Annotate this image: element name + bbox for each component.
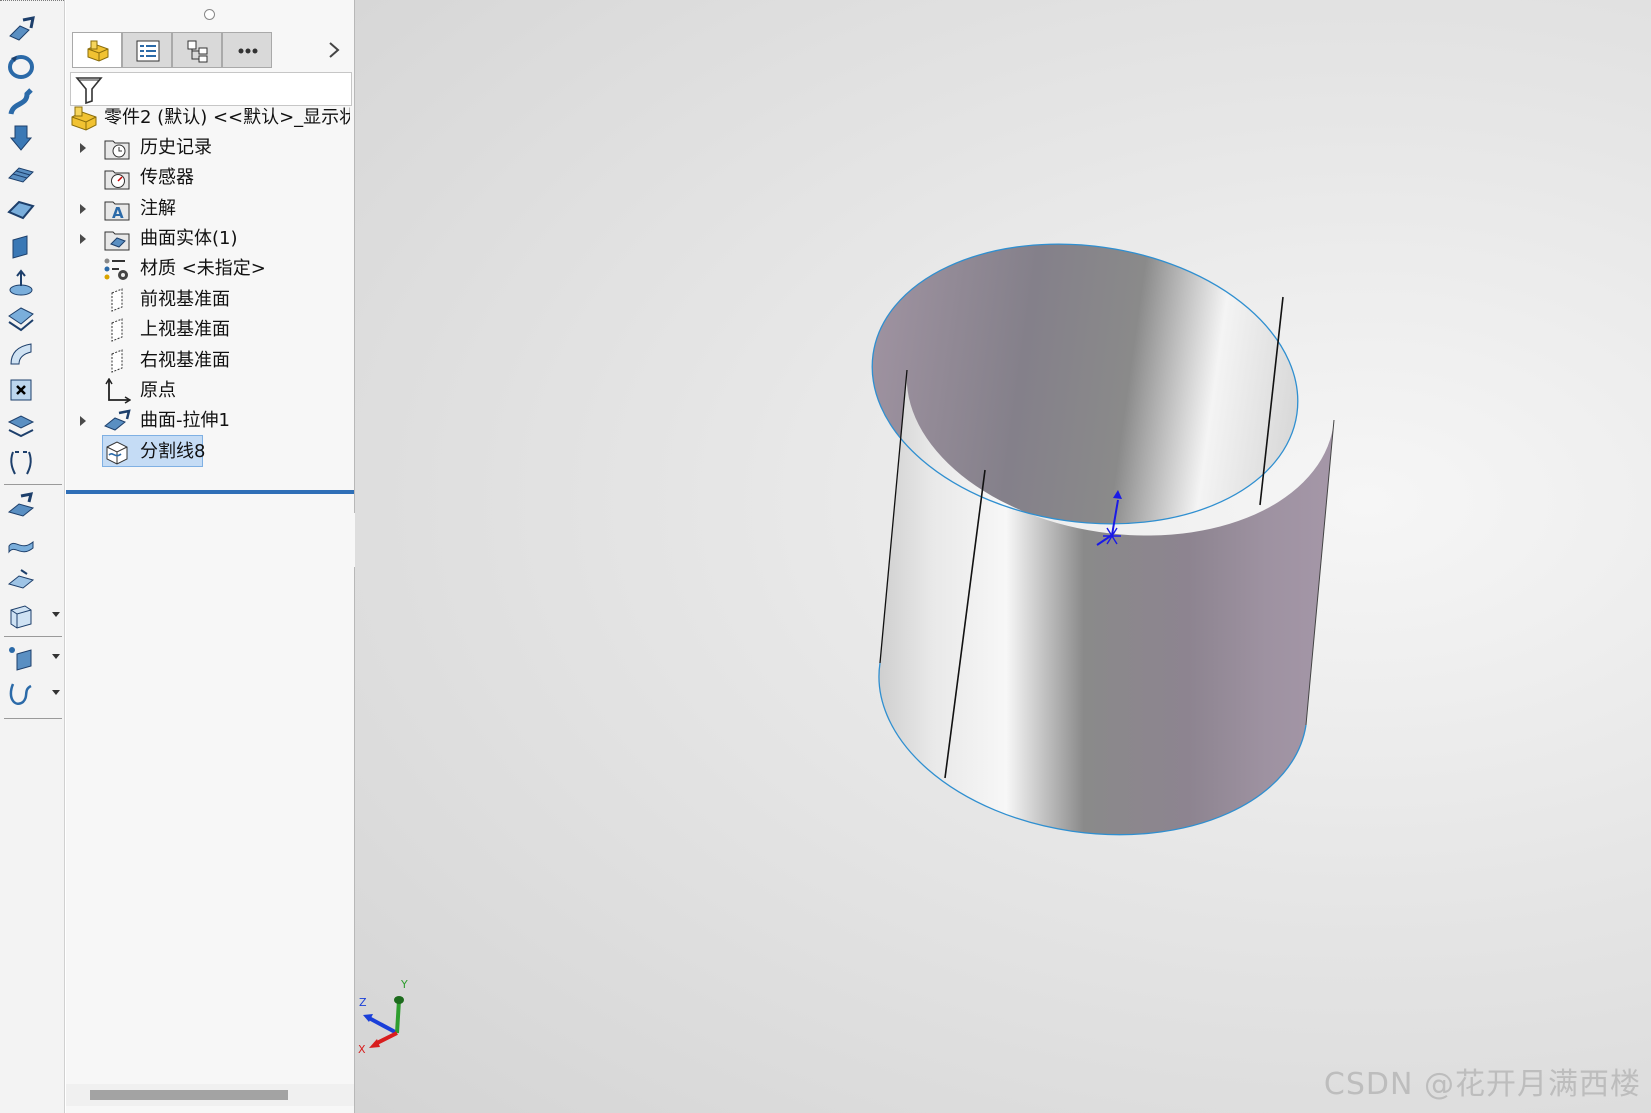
tree-item-label: 前视基准面 — [140, 289, 230, 310]
reference-geometry-dropdown-icon[interactable] — [52, 654, 60, 659]
filter-icon — [75, 77, 103, 105]
replace-face-icon[interactable] — [5, 410, 39, 442]
svg-text:A: A — [112, 204, 124, 222]
curves-dropdown-icon[interactable] — [52, 690, 60, 695]
scrollbar-thumb[interactable] — [90, 1090, 288, 1100]
tree-item-front-plane[interactable]: 前视基准面 — [66, 285, 354, 315]
panel-tabs — [66, 30, 354, 70]
thicken-icon[interactable] — [5, 600, 39, 632]
propertymanager-tab[interactable] — [122, 32, 172, 68]
configurationmanager-tab[interactable] — [172, 32, 222, 68]
surface-flatten-icon[interactable] — [5, 338, 39, 370]
offset-surface-icon[interactable] — [5, 266, 39, 298]
more-tab[interactable] — [222, 32, 272, 68]
horizontal-scrollbar[interactable] — [66, 1084, 354, 1106]
graphics-viewport[interactable]: Y Z X CSDN @花开月满西楼 — [355, 0, 1651, 1113]
planar-surface-icon[interactable] — [5, 230, 39, 262]
revolved-surface-icon[interactable] — [5, 50, 39, 82]
triad-z-label: Z — [359, 996, 367, 1009]
tree-item-label: 右视基准面 — [140, 350, 230, 371]
rollback-bar[interactable] — [66, 490, 354, 494]
plane-icon — [103, 317, 131, 343]
history-folder-icon — [103, 135, 131, 161]
feature-manager-panel: 零件2 (默认) <<默认>_显示状态 历史记录 传感器 A 注解 曲面实体(1… — [66, 0, 355, 1113]
tree-item-label: 历史记录 — [140, 137, 212, 158]
tree-item-material[interactable]: 材质 <未指定> — [66, 254, 354, 284]
material-icon — [103, 256, 131, 282]
tree-item-top-plane[interactable]: 上视基准面 — [66, 315, 354, 345]
origin-icon — [103, 378, 131, 404]
tree-item-label: 材质 <未指定> — [140, 258, 266, 279]
annotation-icon: A — [103, 196, 131, 222]
tree-item-surface-bodies[interactable]: 曲面实体(1) — [66, 224, 354, 254]
expand-arrow-icon[interactable] — [80, 234, 86, 244]
triad-y-label: Y — [400, 978, 408, 991]
tree-item-label: 曲面-拉伸1 — [140, 410, 230, 431]
split-line-icon — [103, 439, 131, 465]
tree-item-annotations[interactable]: A 注解 — [66, 194, 354, 224]
boundary-surface-icon[interactable] — [5, 158, 39, 190]
tree-filter-input[interactable] — [70, 72, 352, 106]
plane-icon — [103, 287, 131, 313]
plane-icon — [103, 348, 131, 374]
toolbar-grip[interactable] — [0, 0, 64, 5]
swept-surface-icon[interactable] — [5, 86, 39, 118]
surfaces-toolbar — [0, 0, 65, 1113]
extruded-surface-icon[interactable] — [5, 14, 39, 46]
tree-root-label: 零件2 (默认) <<默认>_显示状态 — [104, 107, 350, 128]
sensor-icon — [103, 165, 131, 191]
surface-bodies-folder-icon — [103, 226, 131, 252]
tree-item-label: 上视基准面 — [140, 319, 230, 340]
configuration-icon — [187, 40, 208, 63]
ruled-surface-icon[interactable] — [5, 302, 39, 334]
part-icon — [87, 40, 109, 62]
knit-surface-icon[interactable] — [5, 564, 39, 596]
part-icon — [70, 105, 98, 131]
watermark-text: CSDN @花开月满西楼 — [1323, 1067, 1641, 1102]
tree-item-label: 原点 — [140, 380, 176, 401]
featuremanager-tab[interactable] — [72, 32, 122, 68]
chevron-right-icon[interactable] — [324, 40, 344, 60]
tree-item-origin[interactable]: 原点 — [66, 376, 354, 406]
panel-grip-dot[interactable] — [204, 9, 215, 20]
delete-face-icon[interactable] — [5, 374, 39, 406]
filled-surface-icon[interactable] — [5, 194, 39, 226]
tree-item-surface-extrude1[interactable]: 曲面-拉伸1 — [66, 406, 354, 436]
expand-arrow-icon[interactable] — [80, 143, 86, 153]
tree-item-label: 传感器 — [140, 167, 194, 188]
untrim-surface-icon[interactable] — [5, 446, 39, 478]
property-list-icon — [136, 40, 160, 62]
expand-arrow-icon[interactable] — [80, 204, 86, 214]
tree-item-sensors[interactable]: 传感器 — [66, 163, 354, 193]
toolbar-separator — [4, 484, 62, 485]
lofted-surface-icon[interactable] — [5, 122, 39, 154]
view-orientation-triad[interactable]: Y Z X — [355, 978, 425, 1058]
toolbar-separator — [4, 636, 62, 637]
tree-root-part[interactable]: 零件2 (默认) <<默认>_显示状态 — [66, 103, 354, 133]
curves-icon[interactable] — [5, 678, 39, 710]
surface-extrude-icon — [103, 408, 131, 434]
reference-geometry-icon[interactable] — [5, 642, 39, 674]
extend-surface-icon[interactable] — [5, 492, 39, 524]
tree-item-split-line8[interactable]: 分割线8 — [66, 435, 354, 467]
cylinder-surface-model[interactable] — [355, 0, 1651, 1113]
tree-item-label: 分割线8 — [140, 441, 206, 462]
expand-arrow-icon[interactable] — [80, 416, 86, 426]
trim-surface-icon[interactable] — [5, 528, 39, 560]
triad-x-label: X — [358, 1043, 366, 1056]
thicken-dropdown-icon[interactable] — [52, 612, 60, 617]
toolbar-separator — [4, 718, 62, 719]
more-dots-icon — [238, 48, 258, 54]
tree-item-history[interactable]: 历史记录 — [66, 133, 354, 163]
tree-item-label: 注解 — [140, 198, 176, 219]
tree-item-right-plane[interactable]: 右视基准面 — [66, 346, 354, 376]
tree-item-label: 曲面实体(1) — [140, 228, 238, 249]
